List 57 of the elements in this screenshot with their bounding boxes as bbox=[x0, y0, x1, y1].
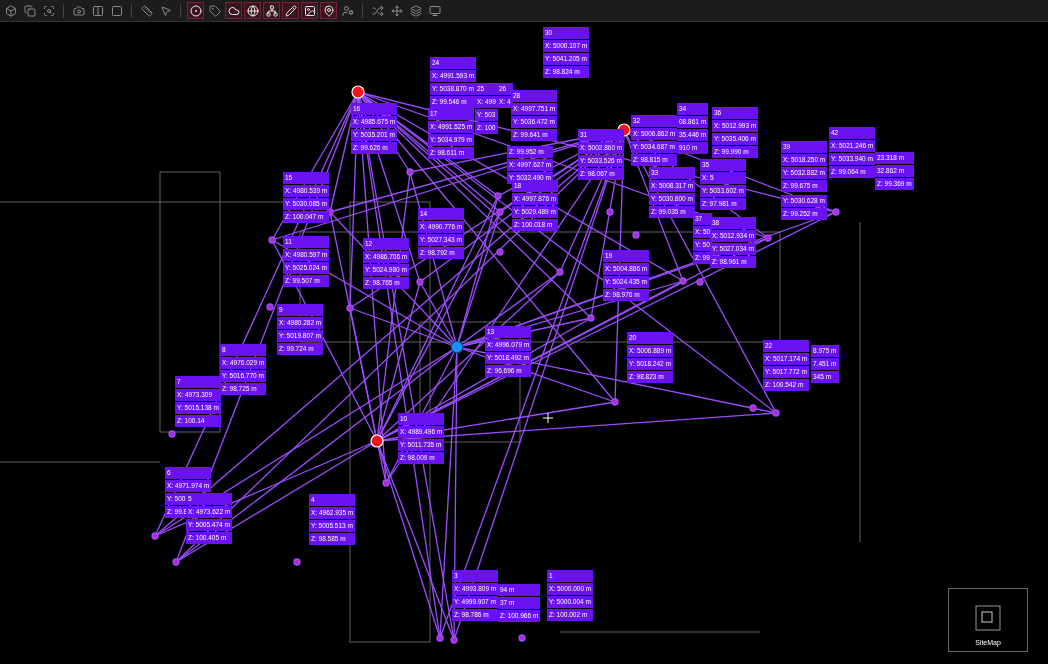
toolbar-button[interactable] bbox=[320, 2, 337, 19]
target-point-icon[interactable] bbox=[772, 409, 780, 417]
toolbar-button[interactable] bbox=[225, 2, 242, 19]
globe-icon bbox=[246, 4, 259, 17]
toolbar-button[interactable] bbox=[301, 2, 318, 19]
target-point-icon[interactable] bbox=[679, 277, 687, 285]
toolbar-button[interactable] bbox=[263, 2, 280, 19]
target-point-icon[interactable] bbox=[749, 404, 757, 412]
crosshair-cursor-icon bbox=[540, 410, 556, 426]
target-point-icon[interactable] bbox=[632, 231, 640, 239]
shuffle-icon bbox=[371, 4, 384, 17]
target-point-icon[interactable] bbox=[293, 558, 301, 566]
copy-icon bbox=[23, 4, 36, 17]
target-point-icon[interactable] bbox=[346, 304, 354, 312]
zoom-icon bbox=[42, 4, 55, 17]
target-point-icon[interactable] bbox=[556, 268, 564, 276]
target-icon bbox=[189, 4, 202, 17]
cloud-icon bbox=[227, 4, 240, 17]
target-point-icon[interactable] bbox=[496, 208, 504, 216]
cube-icon bbox=[4, 4, 17, 17]
target-point-icon[interactable] bbox=[587, 314, 595, 322]
target-point-icon[interactable] bbox=[606, 208, 614, 216]
target-point-icon[interactable] bbox=[494, 192, 502, 200]
toolbar-button[interactable] bbox=[187, 2, 204, 19]
image-icon bbox=[303, 4, 316, 17]
network-icon bbox=[265, 4, 278, 17]
ruler-icon bbox=[140, 4, 153, 17]
tag-icon bbox=[208, 4, 221, 17]
target-point-icon[interactable] bbox=[382, 479, 390, 487]
target-point-icon[interactable] bbox=[518, 634, 526, 642]
target-point-icon[interactable] bbox=[168, 430, 176, 438]
target-point-icon[interactable] bbox=[406, 168, 414, 176]
axes-icon bbox=[390, 4, 403, 17]
target-point-icon[interactable] bbox=[450, 636, 458, 644]
columns-icon bbox=[91, 4, 104, 17]
target-point-icon[interactable] bbox=[268, 236, 276, 244]
user-settings-icon bbox=[341, 4, 354, 17]
target-point-icon[interactable] bbox=[611, 398, 619, 406]
target-point-icon[interactable] bbox=[416, 278, 424, 286]
target-point-icon[interactable] bbox=[266, 303, 274, 311]
target-point-icon[interactable] bbox=[436, 634, 444, 642]
camera-icon bbox=[72, 4, 85, 17]
target-point-icon[interactable] bbox=[151, 532, 159, 540]
target-point-icon[interactable] bbox=[496, 248, 504, 256]
map-pin-icon bbox=[322, 4, 335, 17]
station-marker-icon[interactable] bbox=[450, 340, 464, 354]
target-point-icon[interactable] bbox=[764, 234, 772, 242]
toolbar-button[interactable] bbox=[244, 2, 261, 19]
layers-icon bbox=[409, 4, 422, 17]
target-point-icon[interactable] bbox=[832, 208, 840, 216]
toolbar-button[interactable] bbox=[282, 2, 299, 19]
square-icon bbox=[110, 4, 123, 17]
pointer-icon bbox=[159, 4, 172, 17]
pencil-icon bbox=[284, 4, 297, 17]
target-point-icon[interactable] bbox=[696, 278, 704, 286]
target-point-icon[interactable] bbox=[172, 558, 180, 566]
monitor-icon bbox=[428, 4, 441, 17]
